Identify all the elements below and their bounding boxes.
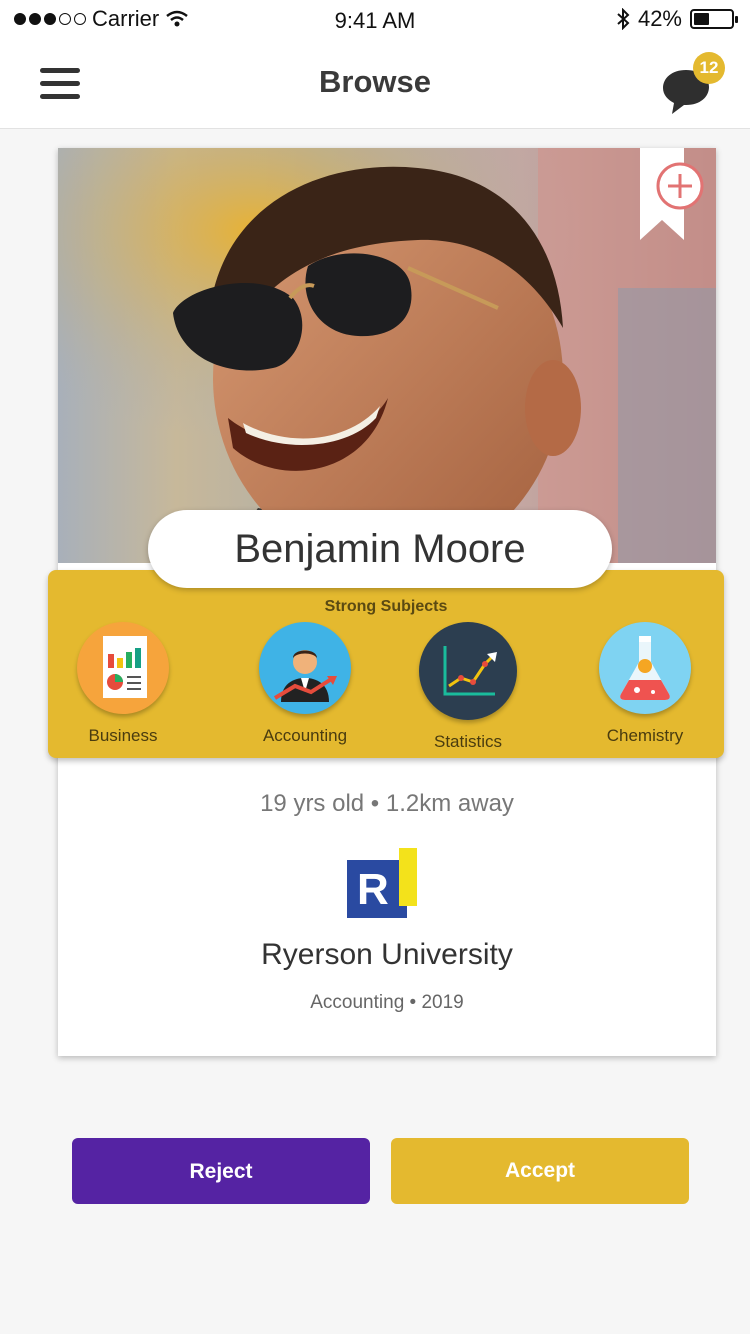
business-report-icon — [77, 622, 169, 714]
status-bar: Carrier 9:41 AM 42% — [0, 0, 750, 40]
profile-info: 19 yrs old • 1.2km away R Ryerson Univer… — [58, 760, 716, 1014]
subject-label: Chemistry — [606, 726, 684, 745]
page-title: Browse — [319, 64, 431, 99]
battery-group: 42% — [616, 6, 738, 32]
subject-statistics[interactable]: Statistics — [393, 622, 543, 752]
subject-accounting[interactable]: Accounting — [230, 622, 380, 746]
university-name: Ryerson University — [261, 938, 513, 971]
accounting-person-icon — [259, 622, 351, 714]
university-logo: R — [347, 848, 427, 920]
profile-photo-illustration — [58, 148, 716, 563]
statistics-chart-icon — [419, 622, 517, 720]
bookmark-add-icon[interactable] — [638, 148, 704, 243]
subject-label: Business — [88, 726, 158, 745]
subject-label: Statistics — [433, 732, 503, 751]
profile-name: Benjamin Moore — [148, 510, 612, 588]
nav-bar: Browse 12 — [0, 40, 750, 129]
messages-button[interactable]: 12 — [660, 52, 730, 118]
subject-business[interactable]: Business — [48, 622, 198, 746]
profile-photo — [58, 148, 716, 563]
battery-icon — [690, 9, 738, 29]
reject-button[interactable]: Reject — [72, 1138, 370, 1204]
message-count-badge: 12 — [693, 52, 725, 84]
university-logo-letter: R — [357, 865, 389, 914]
battery-percent: 42% — [637, 6, 682, 31]
strong-subjects-title: Strong Subjects — [324, 598, 448, 615]
subject-chemistry[interactable]: Chemistry — [570, 622, 720, 746]
program-year: Accounting • 2019 — [310, 992, 464, 1013]
accept-button[interactable]: Accept — [391, 1138, 689, 1204]
subject-label: Accounting — [262, 726, 348, 745]
strong-subjects-panel: Strong Subjects Business Accounting Stat… — [48, 570, 724, 758]
age-distance: 19 yrs old • 1.2km away — [260, 790, 514, 817]
bluetooth-icon — [617, 8, 630, 30]
chemistry-flask-icon — [599, 622, 691, 714]
